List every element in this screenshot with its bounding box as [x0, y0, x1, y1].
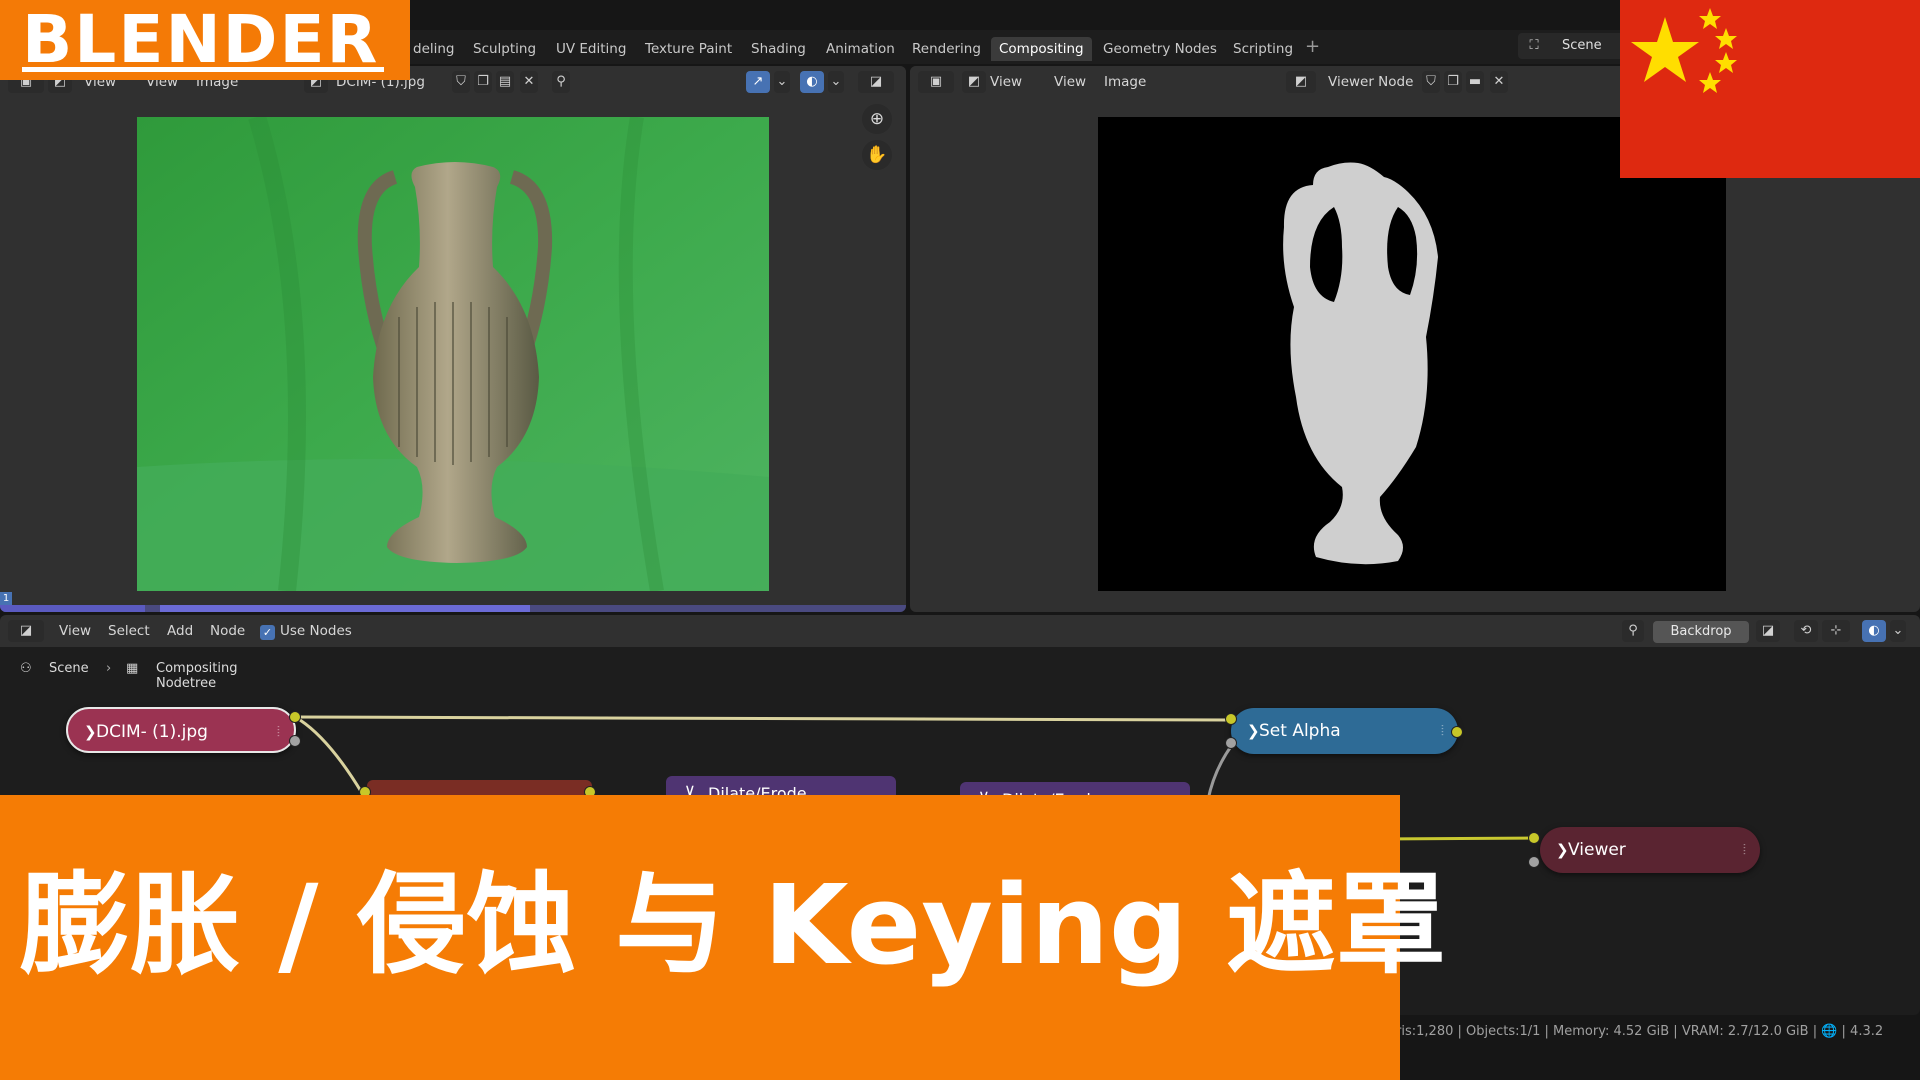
set-alpha-node[interactable]: ❯ Set Alpha ⦙: [1231, 708, 1458, 754]
image-editor: ▣ ◩ View View Image ◩ DCIM- (1).jpg ⛉ ❐ …: [0, 66, 906, 612]
viewer-image-name[interactable]: Viewer Node: [1328, 74, 1413, 90]
timeline-segment: [0, 605, 145, 612]
brand-underline: [22, 67, 384, 72]
viewer-alpha-matte: [1098, 117, 1726, 591]
image-browse-icon-viewer[interactable]: ◩: [1286, 71, 1316, 93]
tab-scripting[interactable]: Scripting: [1225, 37, 1301, 61]
image-node-label: DCIM- (1).jpg: [96, 722, 208, 742]
set-alpha-image-input[interactable]: [1225, 713, 1237, 725]
chevron-down-icon-2[interactable]: ⌄: [828, 71, 844, 93]
open-image-icon[interactable]: ▤: [496, 71, 514, 93]
tab-animation[interactable]: Animation: [818, 37, 903, 61]
menu-image-viewer[interactable]: Image: [1104, 74, 1146, 90]
image-mode-icon-viewer[interactable]: ◩: [962, 71, 986, 93]
brand-badge: BLENDER: [0, 0, 410, 80]
set-alpha-output-socket[interactable]: [1451, 726, 1463, 738]
chevron-down-icon-node[interactable]: ⌄: [1890, 620, 1906, 642]
pin-icon-node[interactable]: ⚲: [1622, 620, 1644, 642]
chevron-right-icon-node[interactable]: ❯: [84, 709, 97, 755]
image-node[interactable]: ❯ DCIM- (1).jpg ⦙: [66, 707, 296, 753]
menu-add[interactable]: Add: [167, 623, 193, 639]
tab-sculpting[interactable]: Sculpting: [465, 37, 544, 61]
timeline-scrubber[interactable]: [0, 605, 906, 612]
viewer-alpha-input[interactable]: [1528, 856, 1540, 868]
scene-label: Scene: [1562, 38, 1602, 53]
tab-uv-editing[interactable]: UV Editing: [548, 37, 634, 61]
sample-icon[interactable]: ↗: [746, 71, 770, 93]
zoom-icon[interactable]: ⊕: [862, 104, 892, 134]
scene-icon-breadcrumb: ⚇: [20, 661, 32, 676]
menu-select[interactable]: Select: [108, 623, 150, 639]
grip-icon-setalpha: ⦙: [1440, 723, 1444, 739]
viewer-node-label: Viewer: [1568, 840, 1626, 860]
menu-view-viewer[interactable]: View: [990, 74, 1022, 90]
grip-icon: ⦙: [276, 724, 280, 740]
china-flag: [1620, 0, 1920, 178]
menu-node[interactable]: Node: [210, 623, 245, 639]
backdrop-channels-icon[interactable]: ◪: [1756, 620, 1780, 642]
display-channels-icon[interactable]: ◪: [858, 71, 894, 93]
pan-hand-icon[interactable]: ✋: [862, 140, 892, 170]
close-icon[interactable]: ✕: [520, 71, 538, 93]
duplicate-icon[interactable]: ❐: [474, 71, 492, 93]
chevron-right-icon-viewer[interactable]: ❯: [1556, 827, 1569, 873]
overlay-icon-node[interactable]: ◐: [1862, 620, 1886, 642]
use-nodes-label: Use Nodes: [280, 623, 352, 639]
node-editor-header: ◪ View Select Add Node ✓ Use Nodes ⚲ Bac…: [0, 615, 1920, 647]
thumbnail-title: 膨胀 / 侵蚀 与 Keying 遮罩: [20, 861, 1447, 989]
tab-texture-paint[interactable]: Texture Paint: [637, 37, 740, 61]
status-bar: Tris:1,280 | Objects:1/1 | Memory: 4.52 …: [1390, 1024, 1884, 1039]
chevron-right-icon: ›: [106, 661, 112, 676]
chevron-down-icon[interactable]: ⌄: [774, 71, 790, 93]
viewer-node[interactable]: ❯ Viewer ⦙: [1540, 827, 1760, 873]
menu-view-viewer-2[interactable]: View: [1054, 74, 1086, 90]
duplicate-icon-viewer[interactable]: ❐: [1444, 71, 1462, 93]
fake-user-icon[interactable]: ⛉: [452, 71, 470, 93]
node-tree-icon: ▦: [126, 661, 139, 676]
breadcrumb-scene: Scene: [49, 661, 89, 676]
tab-rendering[interactable]: Rendering: [904, 37, 989, 61]
tab-compositing[interactable]: Compositing: [991, 37, 1092, 61]
snap-options-icon[interactable]: ⊹: [1822, 620, 1850, 642]
grip-icon-viewer: ⦙: [1742, 842, 1746, 858]
tab-shading[interactable]: Shading: [743, 37, 814, 61]
timeline-segment-2: [160, 605, 530, 612]
viewer-image-input[interactable]: [1528, 832, 1540, 844]
menu-view-node[interactable]: View: [59, 623, 91, 639]
close-icon-viewer[interactable]: ✕: [1490, 71, 1508, 93]
folder-icon-viewer[interactable]: ▬: [1466, 71, 1484, 93]
set-alpha-label: Set Alpha: [1259, 721, 1341, 741]
alpha-output-socket[interactable]: [289, 735, 301, 747]
overlay-icon[interactable]: ◐: [800, 71, 824, 93]
breadcrumb-node-tree: Compositing Nodetree: [156, 661, 238, 691]
snap-icon[interactable]: ⟲: [1794, 620, 1818, 642]
pin-icon[interactable]: ⚲: [552, 71, 570, 93]
set-alpha-alpha-input[interactable]: [1225, 737, 1237, 749]
current-frame-marker[interactable]: 1: [0, 592, 12, 606]
editor-type-icon-viewer[interactable]: ▣: [918, 71, 954, 93]
tab-modeling[interactable]: deling: [405, 37, 463, 61]
scene-icon: ⛶: [1529, 38, 1539, 53]
source-photo-vase-green-screen: [137, 117, 769, 591]
add-workspace-button[interactable]: +: [1305, 36, 1320, 57]
tab-geometry-nodes[interactable]: Geometry Nodes: [1095, 37, 1225, 61]
chevron-right-icon-setalpha[interactable]: ❯: [1247, 708, 1260, 754]
backdrop-toggle[interactable]: Backdrop: [1653, 621, 1749, 643]
fake-user-icon-viewer[interactable]: ⛉: [1422, 71, 1440, 93]
use-nodes-checkbox[interactable]: ✓: [260, 625, 275, 640]
image-output-socket[interactable]: [289, 711, 301, 723]
editor-type-icon-node[interactable]: ◪: [8, 620, 44, 642]
